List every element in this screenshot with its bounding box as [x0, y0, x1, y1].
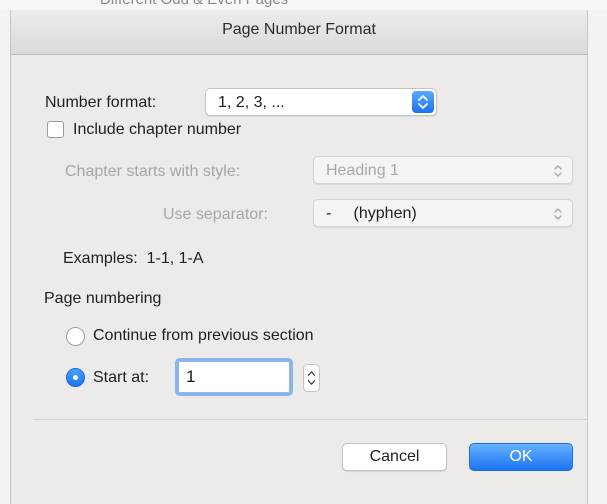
background-right-edge [586, 10, 607, 504]
include-chapter-checkbox[interactable] [47, 121, 64, 138]
continue-radio[interactable] [66, 327, 85, 346]
examples-text: Examples: 1-1, 1-A [63, 250, 204, 267]
chapter-style-label: Chapter starts with style: [65, 163, 241, 180]
separator-label: Use separator: [163, 206, 268, 223]
updown-chevron-icon [552, 163, 564, 179]
chapter-style-value: Heading 1 [326, 162, 399, 179]
include-chapter-label: Include chapter number [73, 121, 242, 138]
ok-button[interactable]: OK [469, 443, 573, 471]
radio-dot [73, 375, 78, 380]
number-format-value: 1, 2, 3, ... [218, 94, 285, 111]
start-at-input[interactable] [178, 361, 290, 393]
chapter-style-popup[interactable]: Heading 1 [313, 156, 573, 184]
number-format-label: Number format: [45, 94, 157, 111]
divider [33, 419, 588, 420]
updown-chevron-icon [552, 206, 564, 222]
continue-label: Continue from previous section [93, 327, 314, 344]
title-bar[interactable]: Page Number Format [11, 10, 587, 55]
page-number-format-dialog: Page Number Format Number format: 1, 2, … [10, 10, 588, 504]
number-format-popup[interactable]: 1, 2, 3, ... [205, 88, 437, 116]
separator-popup[interactable]: - (hyphen) [313, 199, 573, 227]
separator-value: - (hyphen) [326, 205, 417, 222]
cancel-button[interactable]: Cancel [342, 443, 447, 471]
dialog-title: Page Number Format [222, 21, 376, 38]
background-window: Different Odd & Even Pages [0, 0, 607, 10]
start-at-stepper[interactable] [303, 364, 320, 392]
start-at-radio[interactable] [66, 368, 85, 387]
background-text: Different Odd & Even Pages [100, 0, 288, 8]
page-numbering-heading: Page numbering [44, 290, 162, 307]
updown-chevron-icon [412, 91, 434, 113]
start-at-label: Start at: [93, 369, 150, 386]
stepper-icon [307, 371, 316, 385]
